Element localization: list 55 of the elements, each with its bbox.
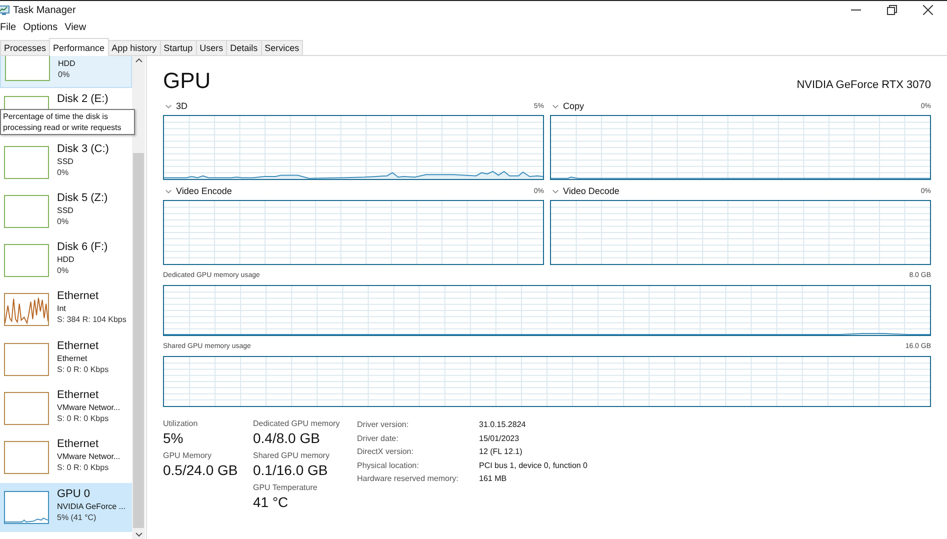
tooltip: Percentage of time the disk is processing read or write requests [0,109,135,135]
detail-value: 161 MB [479,473,508,484]
detail-label: Physical location: [357,460,420,470]
item-value: S: 0 R: 0 Kbps [57,364,109,375]
item-value: S: 0 R: 0 Kbps [57,413,110,424]
item-title: Disk 3 (C:) [57,142,109,156]
stat-label: Shared GPU memory [253,451,330,461]
detail-value: 15/01/2023 [479,432,520,444]
item-value: S: 0 R: 0 Kbps [57,462,110,474]
item-subtitle: SSD [57,204,74,216]
detail-label: Driver version: [357,419,410,430]
item-subtitle: SSD [57,156,74,167]
item-title: Disk 2 (E:) [57,92,108,106]
item-value: 0% [57,216,70,227]
stat-value: 0.5/24.0 GB [163,461,239,479]
item-subtitle: Int [57,303,67,314]
item-subtitle: HDD [57,254,76,266]
stat-value: 0.1/16.0 GB [253,461,329,479]
item-title: Ethernet [57,388,100,402]
item-subtitle: NVIDIA GeForce ... [57,500,126,512]
stat-value: 5% [163,429,184,447]
item-subtitle: VMware Networ... [57,451,120,462]
stat-value: 0.4/8.0 GB [253,429,321,447]
graph-label: Copy [563,101,584,111]
detail-label: Driver date: [357,432,400,444]
stat-label: Utilization [163,419,199,429]
panel-title: GPU [163,68,211,94]
item-value: 0% [57,265,70,276]
item-title: Ethernet [57,338,100,353]
detail-value: 12 (FL 12.1) [479,446,524,457]
stat-value: 41 °C [253,493,290,511]
item-value: 0% [57,166,70,178]
item-title: Disk 5 (Z:) [57,190,108,205]
item-subtitle: VMware Networ... [57,402,120,414]
item-title: Ethernet [57,437,100,452]
detail-value: 31.0.15.2824 [479,419,527,430]
graph-label: Video Encode [176,186,232,196]
stat-label: GPU Memory [163,451,212,461]
detail-label: Hardware reserved memory: [357,473,460,484]
window-title: Task Manager [13,4,76,16]
stat-label: Dedicated GPU memory [253,419,341,429]
item-title: Disk 6 (F:) [57,240,108,254]
item-value: 0% [58,69,71,80]
graph-label: 3D [176,101,188,111]
device-name: NVIDIA GeForce RTX 3070 [796,79,931,91]
item-title: Ethernet [57,289,100,304]
item-title: GPU 0 [57,486,92,501]
detail-label: DirectX version: [357,446,414,457]
detail-value: PCI bus 1, device 0, function 0 [479,460,588,470]
graph-label: Video Decode [563,186,620,196]
item-subtitle: Ethernet [57,352,88,364]
item-value: S: 384 R: 104 Kbps [57,314,126,326]
item-value: 5% (41 °C) [57,512,98,523]
stat-label: GPU Temperature [253,483,318,493]
item-subtitle: HDD [58,58,76,69]
